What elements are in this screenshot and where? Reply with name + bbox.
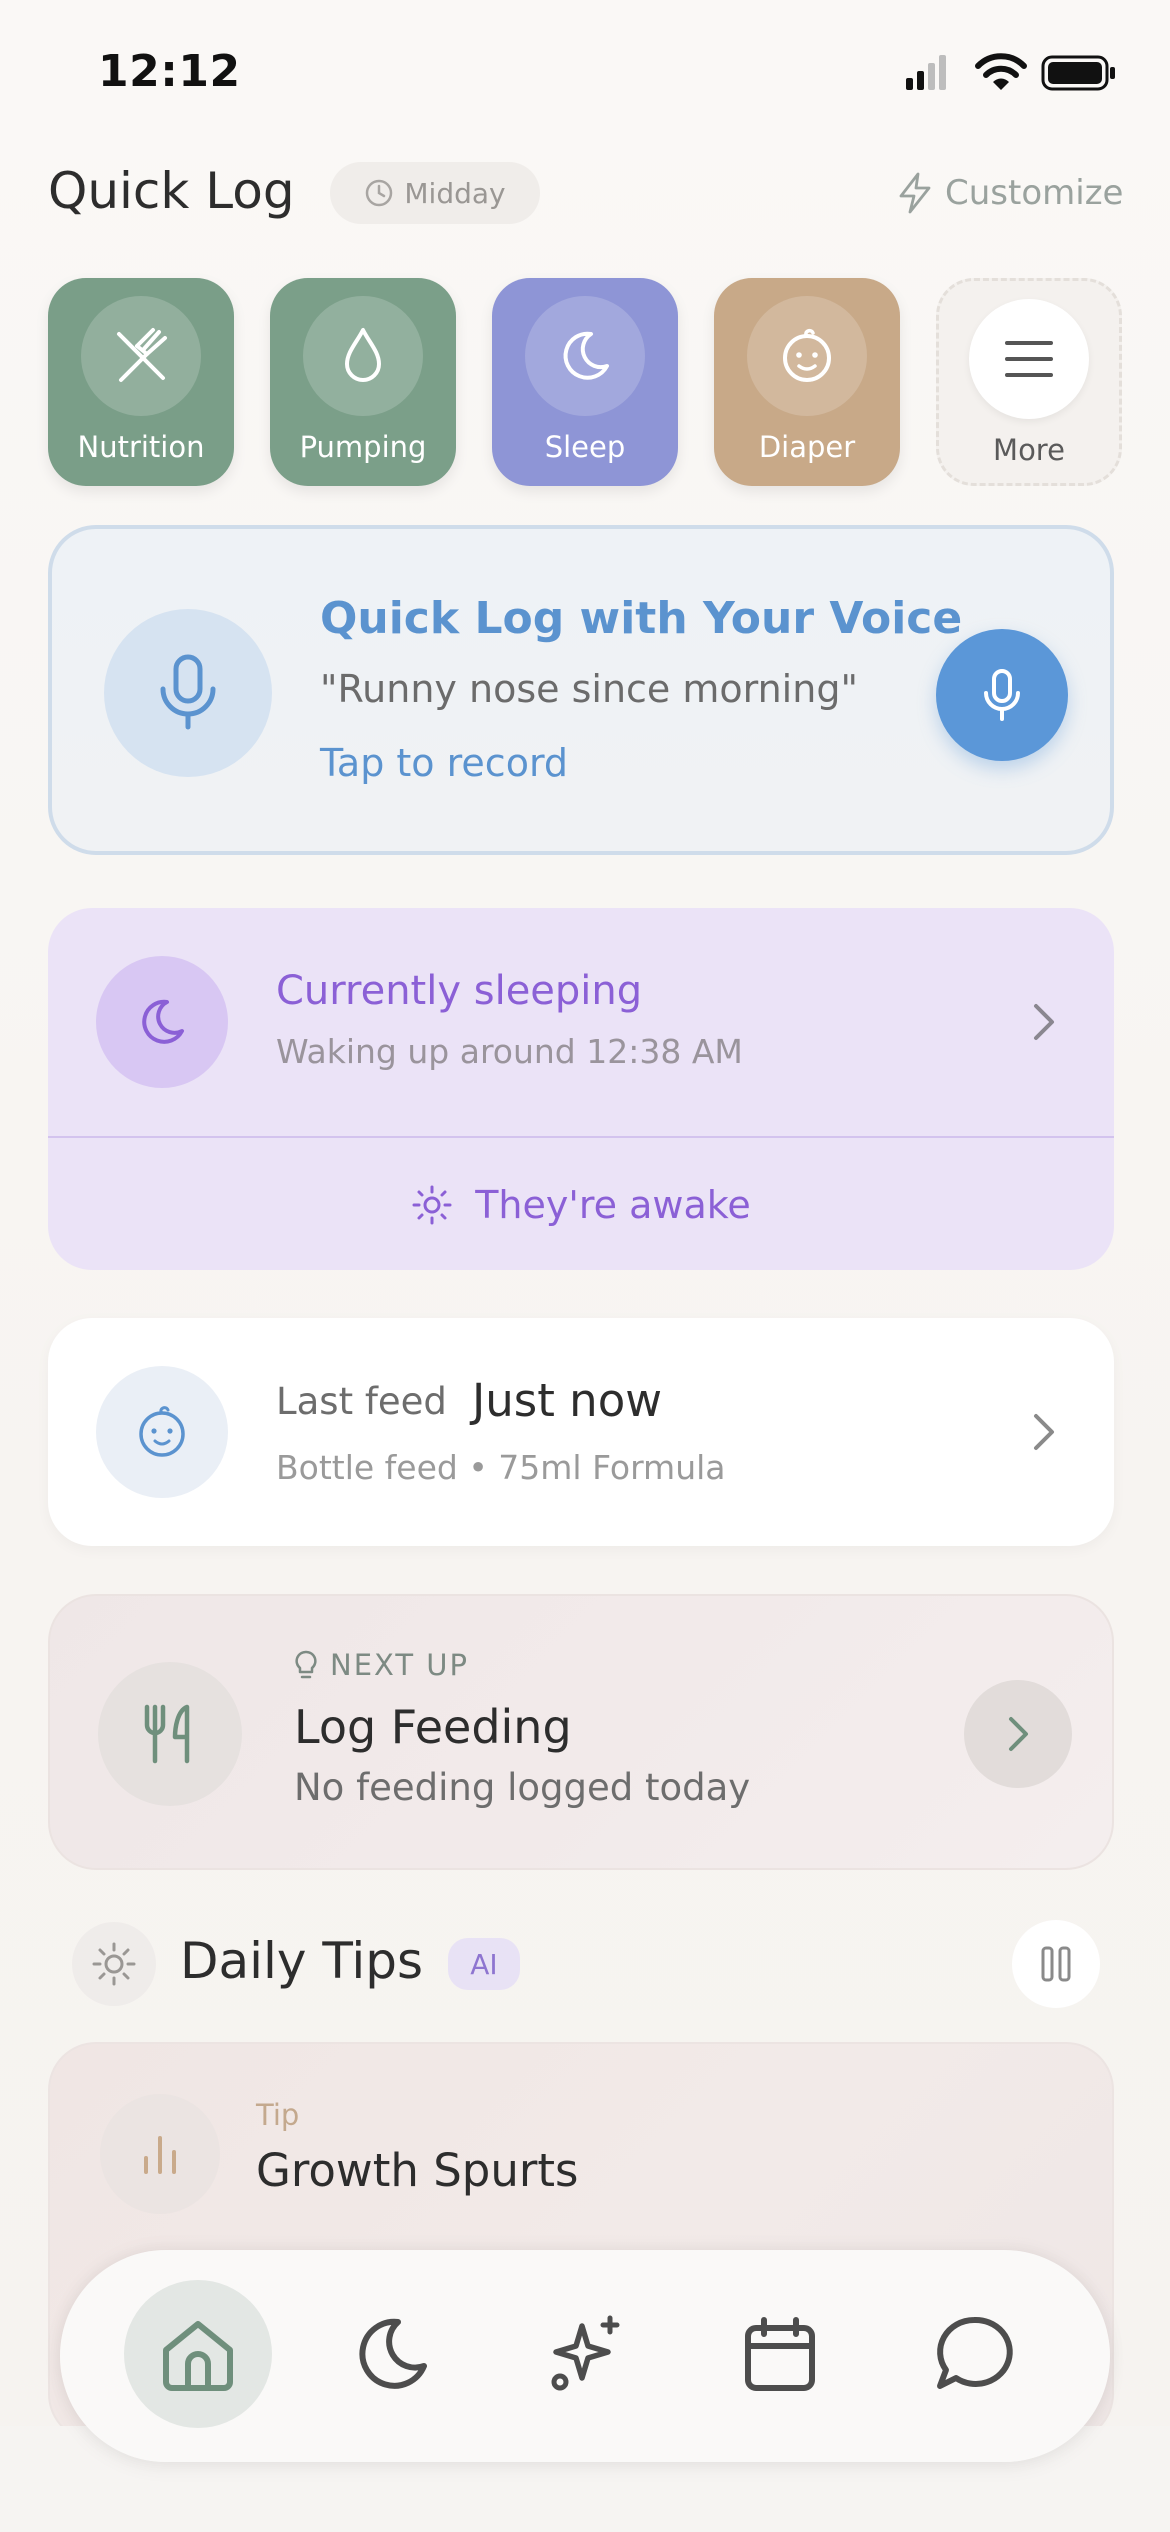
calendar-icon (745, 2317, 815, 2391)
tap-to-record-link[interactable]: Tap to record (320, 741, 568, 785)
sun-icon (92, 1942, 136, 1986)
menu-icon (1005, 341, 1053, 377)
tip-eyebrow: Tip (256, 2098, 300, 2132)
voice-log-card[interactable]: Quick Log with Your Voice "Runny nose si… (48, 525, 1114, 855)
droplet-icon (345, 328, 381, 382)
quick-log-sleep[interactable]: Sleep (492, 278, 678, 486)
moon-icon (359, 2318, 427, 2389)
nav-ai-assistant[interactable] (512, 2280, 660, 2428)
next-up-go-button[interactable] (964, 1680, 1072, 1788)
status-icons (900, 52, 1120, 94)
nav-calendar[interactable] (706, 2280, 854, 2428)
last-feed-card[interactable]: Last feed Just now Bottle feed • 75ml Fo… (48, 1318, 1114, 1546)
sleep-icon-circle (96, 956, 228, 1088)
sleep-icon-bubble (525, 296, 645, 416)
voice-icon-circle (104, 609, 272, 777)
wifi-icon (975, 53, 1027, 90)
record-button[interactable] (936, 629, 1068, 761)
pumping-icon-bubble (303, 296, 423, 416)
daily-tips-title: Daily Tips (180, 1932, 424, 1990)
sleep-status-title: Currently sleeping (276, 968, 643, 1014)
microphone-icon (160, 654, 216, 730)
baby-face-icon (139, 1406, 185, 1457)
last-feed-detail: Bottle feed • 75ml Formula (276, 1448, 726, 1487)
page-title: Quick Log (48, 162, 295, 220)
chevron-right-icon (1024, 1410, 1064, 1454)
tile-label: Diaper (758, 430, 856, 464)
sleep-status-card[interactable]: Currently sleeping Waking up around 12:3… (48, 908, 1114, 1270)
pause-tips-button[interactable] (1012, 1920, 1100, 2008)
more-icon-bubble (969, 299, 1089, 419)
awake-label: They're awake (475, 1183, 751, 1227)
next-up-subtitle: No feeding logged today (294, 1766, 751, 1809)
last-feed-label: Last feed (276, 1380, 447, 1423)
utensils-icon (144, 1704, 190, 1764)
status-time: 12:12 (98, 46, 241, 97)
quick-log-diaper[interactable]: Diaper (714, 278, 900, 486)
tile-label: Pumping (299, 430, 427, 464)
awake-button[interactable]: They're awake (48, 1140, 1114, 1270)
home-icon (163, 2321, 233, 2391)
moon-icon (563, 331, 609, 380)
divider (48, 1136, 1114, 1138)
chevron-right-icon (1024, 1000, 1064, 1044)
clock-icon (366, 179, 393, 207)
feed-icon-circle (96, 1366, 228, 1498)
fork-knife-icon (117, 328, 167, 382)
nav-sleep[interactable] (318, 2280, 466, 2428)
quick-log-pumping[interactable]: Pumping (270, 278, 456, 486)
chat-bubble-icon (937, 2316, 1013, 2389)
battery-icon (1041, 55, 1115, 91)
tile-label: More (993, 433, 1065, 467)
sun-icon (412, 1185, 452, 1225)
app-screen: 12:12 Quick Log Midday Customize Nutriti… (0, 0, 1170, 2532)
voice-card-example: "Runny nose since morning" (320, 667, 858, 711)
tip-icon-circle (100, 2094, 220, 2214)
quick-log-nutrition[interactable]: Nutrition (48, 278, 234, 486)
next-up-title: Log Feeding (294, 1700, 572, 1754)
tile-label: Nutrition (77, 430, 205, 464)
last-feed-time: Just now (472, 1374, 663, 1427)
sleep-wake-estimate: Waking up around 12:38 AM (276, 1032, 743, 1071)
sparkles-icon (551, 2315, 620, 2391)
time-of-day-label: Midday (404, 176, 506, 210)
tile-label: Sleep (544, 430, 626, 464)
bar-chart-icon (144, 2136, 176, 2174)
ai-badge: AI (448, 1938, 520, 1990)
bottom-nav (60, 2250, 1110, 2462)
quick-log-more[interactable]: More (936, 278, 1122, 486)
lightning-icon (899, 172, 931, 214)
lightbulb-icon (295, 1650, 317, 1679)
cellular-signal-icon (906, 55, 946, 90)
moon-icon (142, 999, 184, 1044)
customize-label: Customize (945, 173, 1124, 213)
next-up-eyebrow: NEXT UP (294, 1648, 469, 1682)
diaper-icon-bubble (747, 296, 867, 416)
voice-card-title: Quick Log with Your Voice (320, 593, 963, 644)
nav-home[interactable] (124, 2280, 272, 2428)
next-up-card[interactable]: NEXT UP Log Feeding No feeding logged to… (48, 1594, 1114, 1870)
next-up-label: NEXT UP (330, 1648, 470, 1682)
baby-face-icon (783, 328, 831, 382)
nav-chat[interactable] (900, 2280, 1048, 2428)
chevron-right-icon (1009, 1717, 1028, 1751)
tip-title: Growth Spurts (256, 2144, 579, 2197)
microphone-icon (984, 669, 1020, 721)
customize-button[interactable]: Customize (895, 166, 1135, 220)
daily-tips-icon-circle (72, 1922, 156, 2006)
time-of-day-chip: Midday (330, 162, 540, 224)
next-up-icon-circle (98, 1662, 242, 1806)
nutrition-icon-bubble (81, 296, 201, 416)
pause-icon (1041, 1946, 1071, 1982)
